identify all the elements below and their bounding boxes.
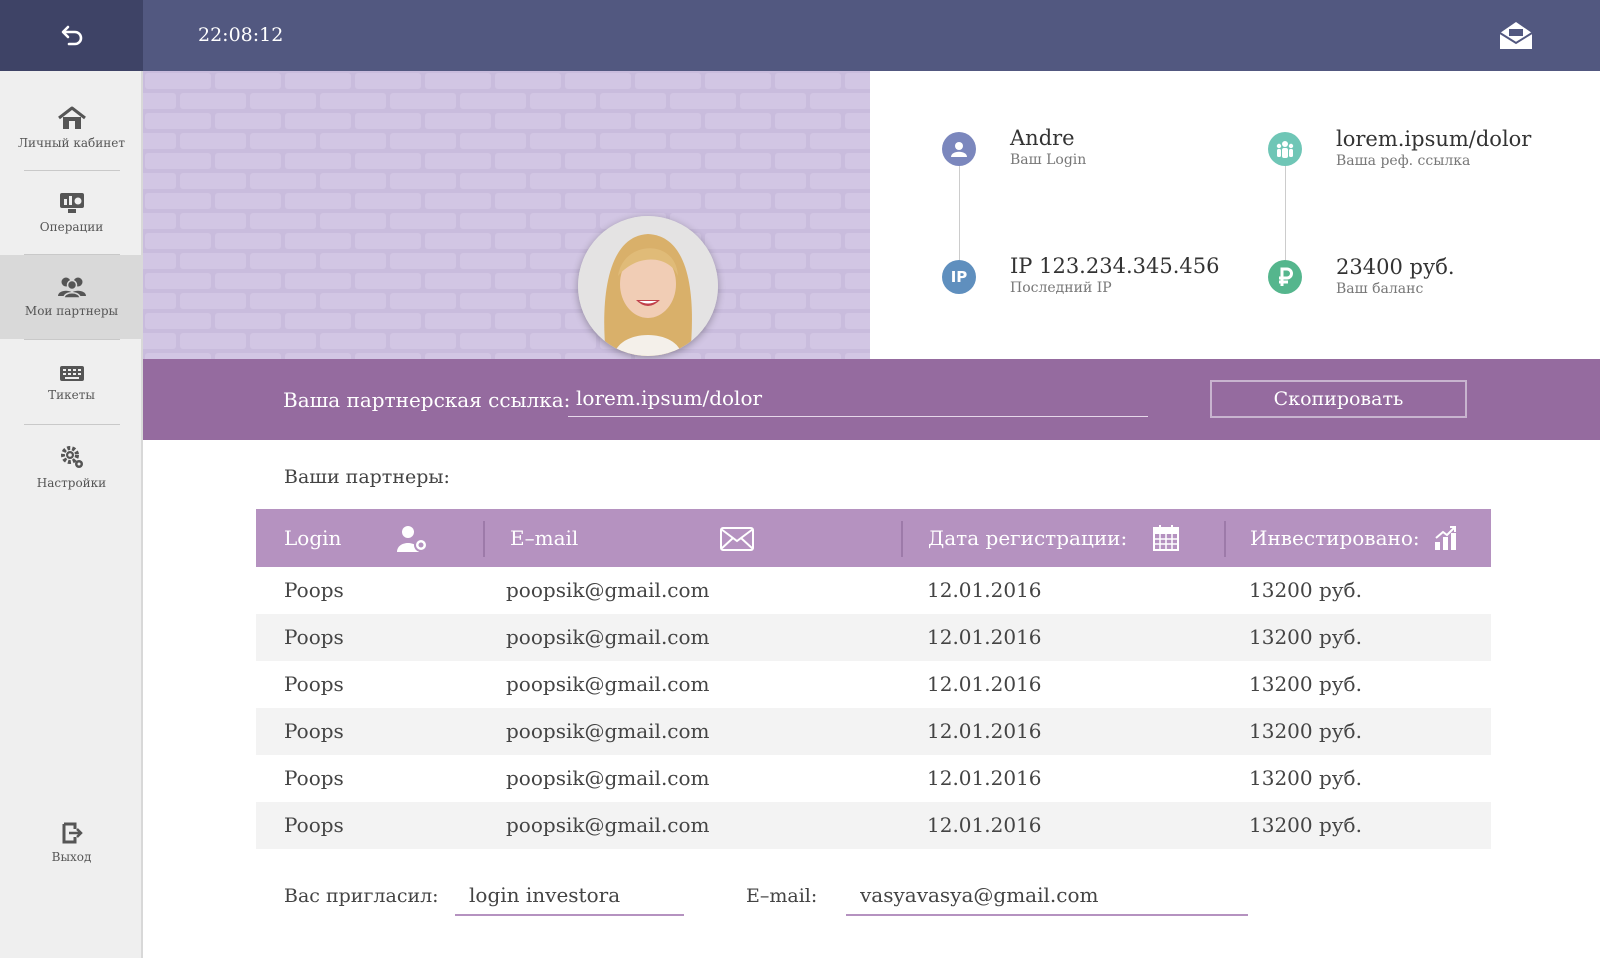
inviter-email-label: E–mail: bbox=[746, 885, 818, 907]
connector-line bbox=[959, 165, 960, 275]
referral-link-value[interactable]: lorem.ipsum/dolor bbox=[1336, 127, 1531, 151]
sidebar-item-label: Операции bbox=[39, 220, 104, 234]
sidebar-item-label: Настройки bbox=[36, 476, 107, 490]
login-icon bbox=[942, 132, 976, 166]
ip-icon: IP bbox=[942, 260, 976, 294]
back-button[interactable] bbox=[0, 0, 143, 71]
profile-banner bbox=[143, 71, 870, 359]
table-body: Poops poopsik@gmail.com 12.01.2016 13200 ру… bbox=[256, 567, 1491, 849]
cell-email: poopsik@gmail.com bbox=[506, 625, 710, 649]
column-registration-date[interactable]: Дата регистрации: bbox=[928, 509, 1127, 567]
partners-table: Login E–mail Дата регистрации: Инвестиро… bbox=[256, 509, 1491, 849]
messages-button[interactable] bbox=[1498, 21, 1534, 51]
inviter-email-input[interactable] bbox=[846, 876, 1248, 916]
login-value: Andre bbox=[1010, 126, 1075, 150]
referral-link-label: Ваша реф. ссылка bbox=[1336, 153, 1471, 169]
sidebar-item-partners[interactable]: Мои партнеры bbox=[0, 255, 153, 339]
cell-login: Poops bbox=[284, 719, 344, 743]
clock: 22:08:12 bbox=[198, 24, 284, 46]
column-divider bbox=[1224, 521, 1226, 557]
top-bar: 22:08:12 bbox=[0, 0, 1600, 71]
cell-registration-date: 12.01.2016 bbox=[927, 766, 1042, 790]
cell-login: Poops bbox=[284, 672, 344, 696]
ip-label: Последний IP bbox=[1010, 280, 1112, 296]
cell-login: Poops bbox=[284, 766, 344, 790]
sidebar-item-label: Выход bbox=[51, 850, 92, 864]
copy-button[interactable]: Скопировать bbox=[1210, 380, 1467, 418]
cell-login: Poops bbox=[284, 813, 344, 837]
cell-invested: 13200 руб. bbox=[1249, 766, 1362, 790]
gears-icon bbox=[60, 446, 83, 468]
cell-registration-date: 12.01.2016 bbox=[927, 625, 1042, 649]
column-divider bbox=[901, 521, 903, 557]
profile-info-panel: Andre Ваш Login lorem.ipsum/dolor Ваша р… bbox=[870, 71, 1600, 359]
sidebar-item-tickets[interactable]: Тикеты bbox=[0, 340, 143, 424]
brick-wall-background bbox=[143, 71, 870, 359]
cell-email: poopsik@gmail.com bbox=[506, 578, 710, 602]
cell-login: Poops bbox=[284, 625, 344, 649]
table-row[interactable]: Poops poopsik@gmail.com 12.01.2016 13200 ру… bbox=[256, 708, 1491, 755]
sidebar-item-label: Личный кабинет bbox=[18, 136, 125, 150]
cell-email: poopsik@gmail.com bbox=[506, 719, 710, 743]
invited-by-label: Вас пригласил: bbox=[284, 885, 439, 907]
table-row[interactable]: Poops poopsik@gmail.com 12.01.2016 13200 ру… bbox=[256, 567, 1491, 614]
home-icon bbox=[57, 106, 86, 129]
column-divider bbox=[483, 521, 485, 557]
growth-chart-icon bbox=[1435, 526, 1456, 550]
referral-icon bbox=[1268, 132, 1302, 166]
logout-icon bbox=[62, 822, 83, 844]
ip-value: IP 123.234.345.456 bbox=[1010, 254, 1220, 278]
cell-email: poopsik@gmail.com bbox=[506, 672, 710, 696]
sidebar-item-dashboard[interactable]: Личный кабинет bbox=[0, 86, 143, 170]
partner-link-input[interactable] bbox=[568, 379, 1148, 417]
balance-value: 23400 руб. bbox=[1336, 255, 1455, 279]
monitor-chart-icon bbox=[59, 193, 84, 213]
sidebar-item-logout[interactable]: Выход bbox=[0, 801, 143, 885]
cell-invested: 13200 руб. bbox=[1249, 578, 1362, 602]
cell-registration-date: 12.01.2016 bbox=[927, 672, 1042, 696]
back-arrow-icon bbox=[61, 25, 82, 45]
table-header: Login E–mail Дата регистрации: Инвестиро… bbox=[256, 509, 1491, 567]
balance-label: Ваш баланс bbox=[1336, 281, 1424, 297]
partners-title: Ваши партнеры: bbox=[284, 466, 450, 488]
table-row[interactable]: Poops poopsik@gmail.com 12.01.2016 13200 ру… bbox=[256, 614, 1491, 661]
sidebar: Личный кабинет Операции Мои партнеры Тик… bbox=[0, 71, 153, 958]
connector-line bbox=[1285, 165, 1286, 275]
cell-invested: 13200 руб. bbox=[1249, 625, 1362, 649]
sidebar-item-settings[interactable]: Настройки bbox=[0, 425, 143, 509]
table-row[interactable]: Poops poopsik@gmail.com 12.01.2016 13200 ру… bbox=[256, 661, 1491, 708]
cell-email: poopsik@gmail.com bbox=[506, 813, 710, 837]
cell-invested: 13200 руб. bbox=[1249, 813, 1362, 837]
calendar-icon bbox=[1153, 525, 1179, 551]
table-row[interactable]: Poops poopsik@gmail.com 12.01.2016 13200 ру… bbox=[256, 755, 1491, 802]
cell-registration-date: 12.01.2016 bbox=[927, 813, 1042, 837]
partner-link-bar: Ваша партнерская ссылка: Скопировать bbox=[143, 359, 1600, 440]
user-avatar[interactable] bbox=[578, 216, 718, 356]
sidebar-item-label: Тикеты bbox=[48, 388, 95, 402]
ruble-icon bbox=[1268, 260, 1302, 294]
column-email[interactable]: E–mail bbox=[510, 509, 578, 567]
column-login[interactable]: Login bbox=[284, 509, 341, 567]
column-invested[interactable]: Инвестировано: bbox=[1250, 509, 1420, 567]
cell-invested: 13200 руб. bbox=[1249, 719, 1362, 743]
sidebar-item-operations[interactable]: Операции bbox=[0, 171, 143, 255]
cell-registration-date: 12.01.2016 bbox=[927, 578, 1042, 602]
keyboard-icon bbox=[59, 366, 84, 381]
partner-link-label: Ваша партнерская ссылка: bbox=[283, 388, 571, 412]
envelope-open-icon bbox=[1499, 22, 1533, 49]
login-label: Ваш Login bbox=[1010, 152, 1087, 168]
cell-login: Poops bbox=[284, 578, 344, 602]
avatar-portrait-icon bbox=[578, 216, 718, 356]
envelope-icon bbox=[720, 527, 754, 551]
table-row[interactable]: Poops poopsik@gmail.com 12.01.2016 13200 ру… bbox=[256, 802, 1491, 849]
cell-registration-date: 12.01.2016 bbox=[927, 719, 1042, 743]
user-icon bbox=[397, 526, 428, 552]
sidebar-item-label: Мои партнеры bbox=[24, 304, 119, 318]
cell-invested: 13200 руб. bbox=[1249, 672, 1362, 696]
cell-email: poopsik@gmail.com bbox=[506, 766, 710, 790]
inviter-login-input[interactable] bbox=[455, 876, 684, 916]
users-icon bbox=[57, 277, 86, 298]
